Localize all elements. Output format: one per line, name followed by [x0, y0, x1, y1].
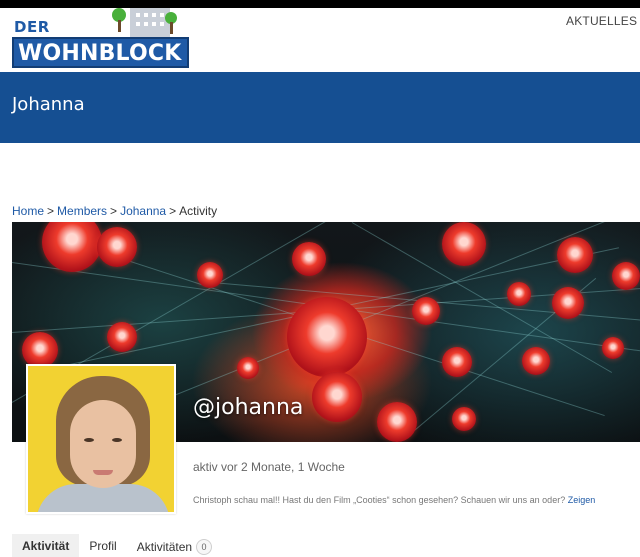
breadcrumb-separator: > [47, 204, 55, 218]
member-handle: @johanna [193, 395, 304, 420]
tab-profile[interactable]: Profil [79, 534, 126, 557]
tab-activity[interactable]: Aktivität [12, 534, 80, 557]
tab-activity-label: Aktivität [22, 539, 70, 553]
tab-profile-label: Profil [89, 539, 117, 553]
logo-box: WOHNBLOCK [12, 37, 189, 68]
breadcrumb-members[interactable]: Members [57, 204, 107, 218]
breadcrumb-member[interactable]: Johanna [120, 204, 166, 218]
nav-item-aktuelles[interactable]: AKTUELLES [566, 14, 637, 28]
profile-tabs: Aktivität Profil Aktivitäten 0 [12, 534, 222, 557]
latest-update-view-link[interactable]: Zeigen [568, 495, 596, 505]
top-strip [0, 0, 640, 8]
breadcrumb-current: Activity [179, 204, 218, 218]
latest-update: Christoph schau mal!! Hast du den Film „… [193, 495, 595, 505]
tab-activities-count: 0 [196, 539, 213, 555]
last-active-status: aktiv vor 2 Monate, 1 Woche [193, 460, 345, 474]
breadcrumb-home[interactable]: Home [12, 204, 44, 218]
breadcrumb: Home > Members > Johanna > Activity [12, 204, 217, 218]
logo-trunk-icon [170, 22, 173, 34]
breadcrumb-separator: > [110, 204, 118, 218]
member-avatar[interactable] [26, 364, 176, 514]
site-logo[interactable]: DER WOHNBLOCK [12, 8, 190, 70]
page-title-bar: Johanna [0, 72, 640, 143]
logo-building-icon [130, 8, 170, 38]
breadcrumb-separator: > [169, 204, 177, 218]
page-title: Johanna [12, 94, 85, 115]
latest-update-text: Christoph schau mal!! Hast du den Film „… [193, 495, 566, 505]
tab-activities-label: Aktivitäten [136, 540, 193, 554]
tab-activities[interactable]: Aktivitäten 0 [127, 534, 222, 557]
logo-text-main: WOHNBLOCK [18, 41, 182, 66]
logo-trunk-icon [118, 20, 121, 32]
logo-text-top: DER [14, 18, 50, 36]
site-header: DER WOHNBLOCK AKTUELLES [0, 8, 640, 72]
